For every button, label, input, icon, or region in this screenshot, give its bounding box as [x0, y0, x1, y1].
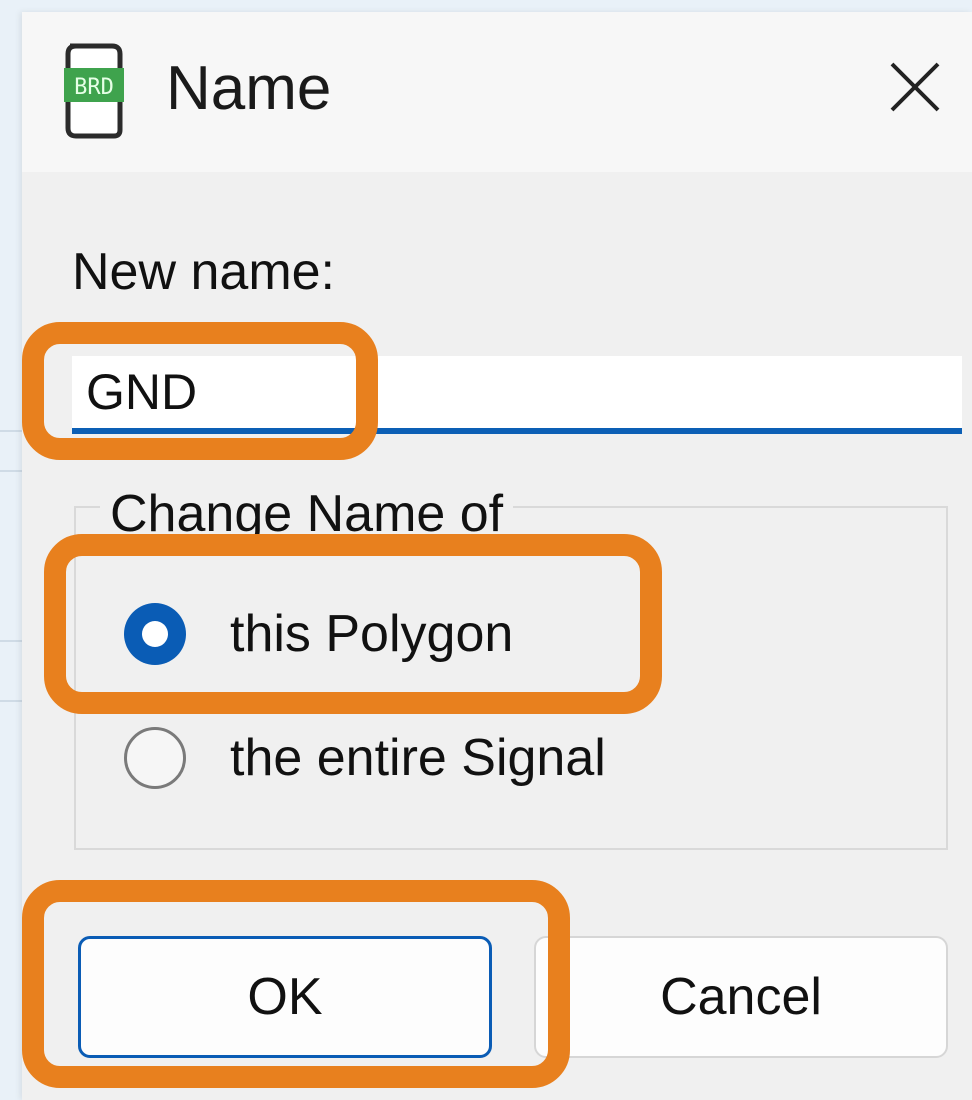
radio-entire-signal[interactable]: the entire Signal	[124, 718, 606, 798]
new-name-label: New name:	[72, 243, 335, 301]
title-bar: BRD Name	[22, 12, 972, 172]
radio-label-this-polygon: this Polygon	[230, 605, 514, 663]
icon-label: BRD	[74, 75, 114, 100]
radio-unchecked-icon[interactable]	[124, 727, 186, 789]
dialog-title: Name	[166, 54, 332, 123]
close-button[interactable]	[880, 52, 950, 122]
cancel-button[interactable]: Cancel	[534, 936, 948, 1058]
new-name-input[interactable]	[72, 356, 962, 434]
radio-checked-icon[interactable]	[124, 603, 186, 665]
brd-file-icon: BRD	[64, 43, 124, 139]
radio-label-entire-signal: the entire Signal	[230, 729, 606, 787]
rename-dialog: BRD Name New name: Change Name of this P…	[22, 12, 972, 1100]
groupbox-legend: Change Name of	[100, 484, 514, 544]
ok-button[interactable]: OK	[78, 936, 492, 1058]
close-icon	[890, 62, 940, 112]
radio-this-polygon[interactable]: this Polygon	[124, 594, 513, 674]
change-name-groupbox	[74, 506, 948, 850]
